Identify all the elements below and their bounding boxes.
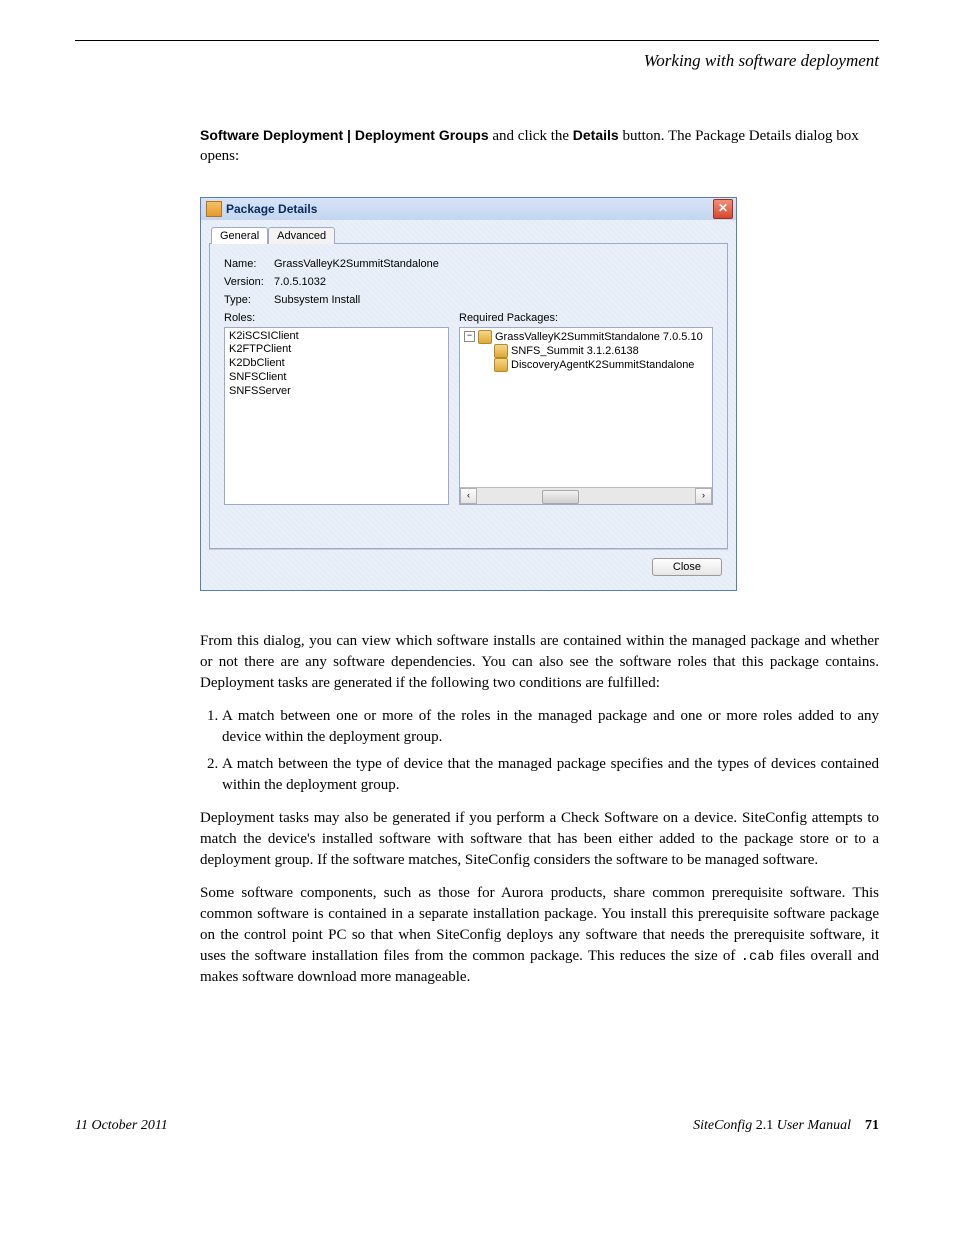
horizontal-scrollbar[interactable]: ‹ › [460,487,712,504]
package-details-dialog: Package Details ✕ General Advanced Name:… [200,197,737,591]
required-packages-label: Required Packages: [459,312,713,324]
footer-manual-version: 2.1 [752,1118,777,1133]
tree-root-label: GrassValleyK2SummitStandalone 7.0.5.10 [495,330,703,344]
cab-file-code: .cab [741,949,775,965]
package-icon [494,344,508,358]
page-number: 71 [865,1118,879,1133]
section-header: Working with software deployment [75,51,879,71]
footer-manual-title: SiteConfig [693,1118,752,1133]
list-item[interactable]: SNFSClient [229,371,444,385]
tree-child-label: DiscoveryAgentK2SummitStandalone [511,358,694,372]
tree-child-row[interactable]: DiscoveryAgentK2SummitStandalone [462,358,710,372]
tree-child-label: SNFS_Summit 3.1.2.6138 [511,344,639,358]
tree-root-row[interactable]: − GrassValleyK2SummitStandalone 7.0.5.10 [462,330,710,344]
paragraph-2: Deployment tasks may also be generated i… [200,808,879,871]
tab-general[interactable]: General [211,227,268,244]
tab-panel-general: Name: GrassValleyK2SummitStandalone Vers… [209,243,728,549]
list-item[interactable]: K2FTPClient [229,343,444,357]
dialog-title: Package Details [226,202,317,216]
list-item[interactable]: K2iSCSIClient [229,330,444,344]
condition-item: A match between one or more of the roles… [222,706,879,748]
type-label: Type: [224,294,274,306]
footer-manual-suffix: User Manual [777,1118,851,1133]
type-value: Subsystem Install [274,294,360,306]
close-icon[interactable]: ✕ [713,199,733,219]
version-label: Version: [224,276,274,288]
intro-paragraph: Software Deployment | Deployment Groups … [200,126,879,167]
scroll-track[interactable] [477,489,695,503]
tree-collapse-icon[interactable]: − [464,331,475,342]
package-icon [478,330,492,344]
required-packages-tree[interactable]: − GrassValleyK2SummitStandalone 7.0.5.10… [459,327,713,505]
scroll-left-button[interactable]: ‹ [460,488,477,504]
roles-label: Roles: [224,312,449,324]
name-label: Name: [224,258,274,270]
list-item[interactable]: SNFSServer [229,385,444,399]
dialog-titlebar[interactable]: Package Details ✕ [201,198,736,220]
roles-listbox[interactable]: K2iSCSIClient K2FTPClient K2DbClient SNF… [224,327,449,505]
close-button[interactable]: Close [652,558,722,576]
paragraph-1: From this dialog, you can view which sof… [200,631,879,694]
condition-item: A match between the type of device that … [222,754,879,796]
list-item[interactable]: K2DbClient [229,357,444,371]
scroll-right-button[interactable]: › [695,488,712,504]
page-footer: 11 October 2011 SiteConfig 2.1 User Manu… [75,1118,879,1134]
name-value: GrassValleyK2SummitStandalone [274,258,439,270]
intro-bold-details: Details [573,127,619,143]
tree-child-row[interactable]: SNFS_Summit 3.1.2.6138 [462,344,710,358]
version-value: 7.0.5.1032 [274,276,326,288]
scroll-thumb[interactable] [542,490,579,504]
tab-advanced[interactable]: Advanced [268,227,335,244]
conditions-list: A match between one or more of the roles… [200,706,879,796]
paragraph-3: Some software components, such as those … [200,883,879,989]
dialog-icon [206,201,222,217]
intro-bold-1: Software Deployment | Deployment Groups [200,127,489,143]
footer-date: 11 October 2011 [75,1118,168,1134]
package-icon [494,358,508,372]
